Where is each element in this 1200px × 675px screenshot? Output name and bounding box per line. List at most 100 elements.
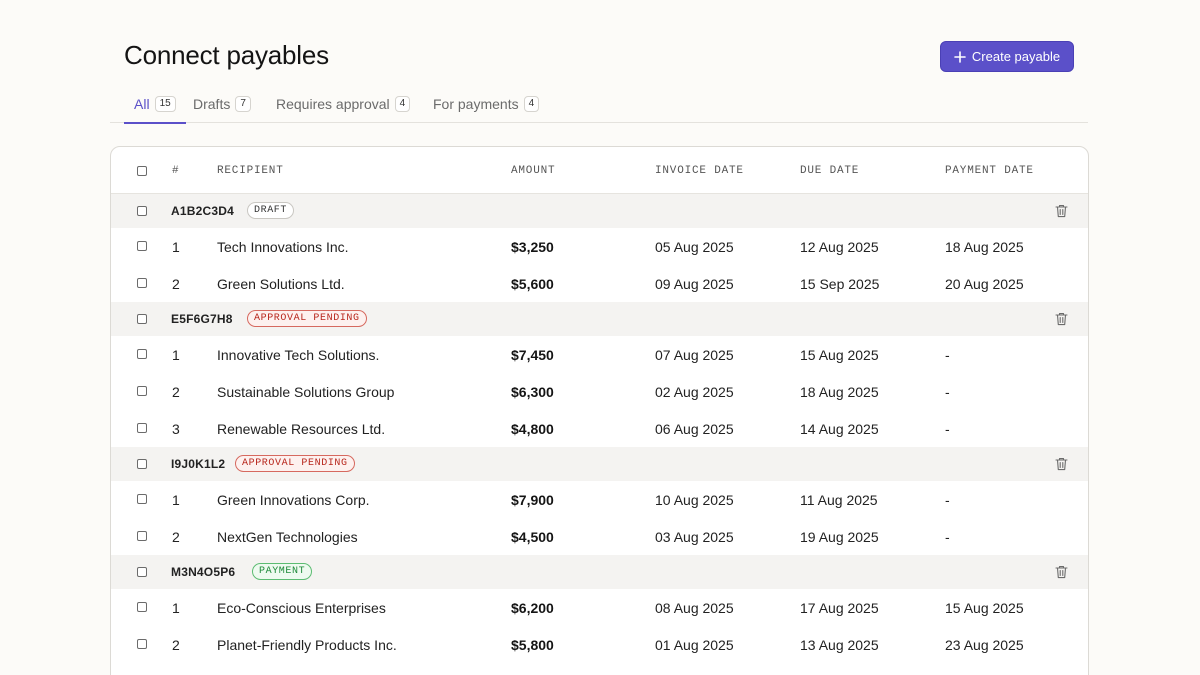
table-row[interactable]: 2 Sustainable Solutions Group $6,300 02 Aug… [111,373,1088,410]
row-number: 3 [172,421,180,437]
tab-count-badge: 4 [523,95,540,112]
amount-value: $4,500 [511,529,554,545]
row-number: 2 [172,529,180,545]
batch-id: A1B2C3D4 [171,204,234,218]
recipient-name: NextGen Technologies [217,529,358,545]
batch-id: M3N4O5P6 [171,565,236,579]
tab-for-payments[interactable]: For payments 4 [433,84,540,123]
column-header-payment-date[interactable]: PAYMENT DATE [945,165,1034,177]
payment-date: - [945,492,950,508]
plus-icon [954,50,966,63]
group-row[interactable]: M3N4O5P6 PAYMENT [111,555,1088,589]
row-number: 2 [172,384,180,400]
column-header-invoice-date[interactable]: INVOICE DATE [655,165,744,177]
table-row[interactable]: 1 Eco-Conscious Enterprises $6,200 08 Aug 2… [111,589,1088,626]
invoice-date: 06 Aug 2025 [655,421,734,437]
trash-icon[interactable] [1055,565,1068,584]
table-row[interactable]: 2 Green Solutions Ltd. $5,600 09 Aug 2025 15… [111,265,1088,302]
row-checkbox[interactable] [137,349,147,359]
batch-id: I9J0K1L2 [171,457,226,471]
table-row[interactable]: 3 Renewable Resources Ltd. $4,800 06 Aug 20… [111,410,1088,447]
column-header-due-date[interactable]: DUE DATE [800,165,859,177]
group-checkbox[interactable] [137,314,147,324]
table-row[interactable]: 2 Planet-Friendly Products Inc. $5,800 01 A… [111,626,1088,663]
invoice-date: 02 Aug 2025 [655,384,734,400]
status-badge: APPROVAL PENDING [235,455,355,472]
recipient-name: Green Innovations Corp. [217,492,370,508]
recipient-name: Sustainable Solutions Group [217,384,395,400]
batch-id: E5F6G7H8 [171,312,233,326]
payment-date: 23 Aug 2025 [945,637,1024,653]
due-date: 15 Aug 2025 [800,347,879,363]
recipient-name: Innovative Tech Solutions. [217,347,380,363]
tab-count-badge: 4 [394,95,411,112]
table-row[interactable]: 1 Green Innovations Corp. $7,900 10 Aug 202… [111,481,1088,518]
amount-value: $7,450 [511,347,554,363]
due-date: 19 Aug 2025 [800,529,879,545]
tab-label: Drafts [193,95,231,112]
payment-date: - [945,529,950,545]
group-row[interactable]: E5F6G7H8 APPROVAL PENDING [111,302,1088,336]
row-checkbox[interactable] [137,278,147,288]
table-row[interactable]: 1 Innovative Tech Solutions. $7,450 07 Aug … [111,336,1088,373]
invoice-date: 01 Aug 2025 [655,637,734,653]
group-checkbox[interactable] [137,206,147,216]
row-checkbox[interactable] [137,423,147,433]
payment-date: 20 Aug 2025 [945,276,1024,292]
payment-date: - [945,421,950,437]
due-date: 14 Aug 2025 [800,421,879,437]
due-date: 11 Aug 2025 [800,492,878,508]
row-number: 1 [172,492,180,508]
tab-drafts[interactable]: Drafts 7 [193,84,251,123]
due-date: 15 Sep 2025 [800,276,880,292]
group-row[interactable]: I9J0K1L2 APPROVAL PENDING [111,447,1088,481]
column-header-amount[interactable]: AMOUNT [511,165,555,177]
due-date: 12 Aug 2025 [800,239,879,255]
group-checkbox[interactable] [137,567,147,577]
invoice-date: 08 Aug 2025 [655,600,734,616]
table-row[interactable] [111,663,1088,675]
invoice-date: 05 Aug 2025 [655,239,734,255]
row-checkbox[interactable] [137,386,147,396]
trash-icon[interactable] [1055,312,1068,331]
row-number: 1 [172,239,180,255]
payment-date: 18 Aug 2025 [945,239,1024,255]
table-row[interactable]: 1 Tech Innovations Inc. $3,250 05 Aug 2025 1… [111,228,1088,265]
recipient-name: Tech Innovations Inc. [217,239,349,255]
column-header-recipient[interactable]: RECIPIENT [217,165,284,177]
tab-bar: All 15 Drafts 7 Requires approval 4 For … [110,84,1088,124]
select-all-checkbox[interactable] [137,166,147,176]
recipient-name: Green Solutions Ltd. [217,276,345,292]
group-checkbox[interactable] [137,459,147,469]
group-row[interactable]: A1B2C3D4 DRAFT [111,194,1088,228]
amount-value: $5,800 [511,637,554,653]
status-badge: DRAFT [247,202,295,219]
tab-requires-approval[interactable]: Requires approval 4 [276,84,411,123]
amount-value: $4,800 [511,421,554,437]
recipient-name: Eco-Conscious Enterprises [217,600,386,616]
due-date: 17 Aug 2025 [800,600,879,616]
row-checkbox[interactable] [137,241,147,251]
payment-date: - [945,347,950,363]
table-header: # RECIPIENT AMOUNT INVOICE DATE DUE DATE… [111,147,1088,194]
due-date: 13 Aug 2025 [800,637,879,653]
trash-icon[interactable] [1055,204,1068,223]
tab-all[interactable]: All 15 [124,84,186,124]
amount-value: $7,900 [511,492,554,508]
row-checkbox[interactable] [137,639,147,649]
trash-icon[interactable] [1055,457,1068,476]
tab-count-badge: 7 [235,95,251,112]
recipient-name: Planet-Friendly Products Inc. [217,637,397,653]
table-row[interactable]: 2 NextGen Technologies $4,500 03 Aug 2025 19… [111,518,1088,555]
payment-date: - [945,384,950,400]
page-title: Connect payables [124,40,329,70]
row-checkbox[interactable] [137,494,147,504]
amount-value: $6,200 [511,600,554,616]
row-checkbox[interactable] [137,602,147,612]
status-badge: PAYMENT [252,563,313,580]
tab-count-badge: 15 [154,95,176,112]
create-payable-button[interactable]: Create payable [940,41,1074,72]
row-number: 2 [172,637,180,653]
amount-value: $5,600 [511,276,554,292]
row-checkbox[interactable] [137,531,147,541]
